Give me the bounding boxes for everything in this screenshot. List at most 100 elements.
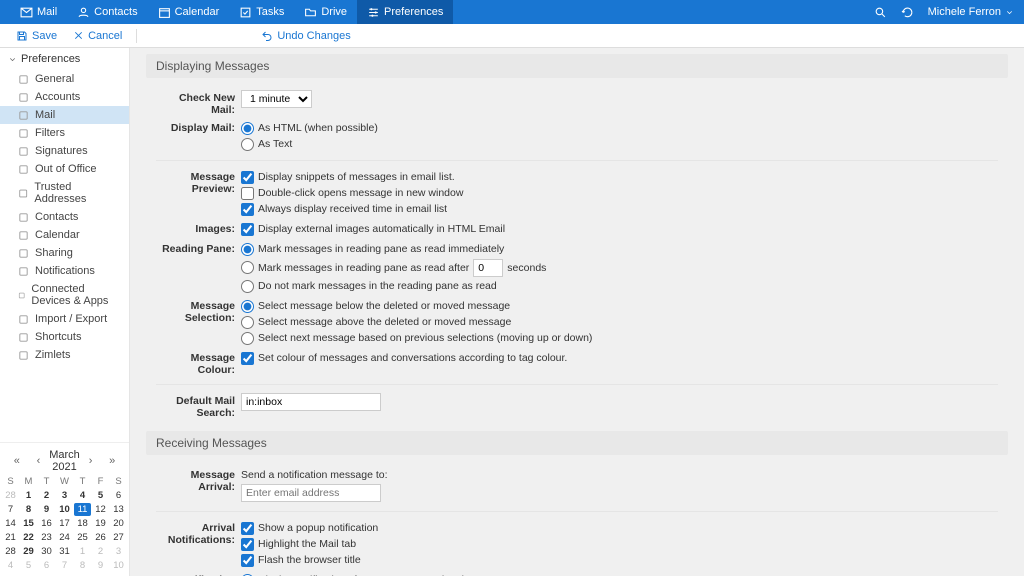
calendar-day[interactable]: 7	[2, 503, 19, 516]
chk-highlight[interactable]	[241, 538, 254, 551]
calendar-day[interactable]: 10	[110, 559, 127, 572]
calendar-day[interactable]: 5	[92, 489, 109, 502]
calendar-day[interactable]: 28	[2, 545, 19, 558]
radio-sel-below[interactable]	[241, 300, 254, 313]
calendar-day[interactable]: 7	[56, 559, 73, 572]
calendar-day[interactable]: 21	[2, 531, 19, 544]
sidebar-item-sharing[interactable]: Sharing	[0, 244, 129, 262]
sidebar-item-notifications[interactable]: Notifications	[0, 262, 129, 280]
sidebar-item-out-of-office[interactable]: Out of Office	[0, 160, 129, 178]
calendar-day[interactable]: 4	[74, 489, 91, 502]
cal-prev-month[interactable]: ‹	[28, 455, 50, 467]
sidebar-item-shortcuts[interactable]: Shortcuts	[0, 328, 129, 346]
item-icon	[18, 290, 25, 301]
tab-calendar[interactable]: Calendar	[148, 0, 230, 24]
chk-doubleclick[interactable]	[241, 187, 254, 200]
sidebar-item-general[interactable]: General	[0, 70, 129, 88]
sidebar-item-trusted-addresses[interactable]: Trusted Addresses	[0, 178, 129, 208]
radio-read-immediate[interactable]	[241, 243, 254, 256]
sidebar-header[interactable]: Preferences	[0, 48, 129, 70]
label-notification-folders: Notification Folders:	[156, 572, 241, 576]
sidebar-item-zimlets[interactable]: Zimlets	[0, 346, 129, 364]
calendar-day[interactable]: 13	[110, 503, 127, 516]
refresh-icon[interactable]	[901, 6, 914, 19]
calendar-day[interactable]: 31	[56, 545, 73, 558]
sidebar-item-mail[interactable]: Mail	[0, 106, 129, 124]
sidebar-item-accounts[interactable]: Accounts	[0, 88, 129, 106]
cancel-button[interactable]: Cancel	[67, 28, 128, 44]
tab-tasks[interactable]: Tasks	[229, 0, 294, 24]
calendar-day[interactable]: 27	[110, 531, 127, 544]
calendar-day[interactable]: 4	[2, 559, 19, 572]
calendar-day[interactable]: 11	[74, 503, 91, 516]
calendar-day[interactable]: 1	[20, 489, 37, 502]
calendar-day[interactable]: 16	[38, 517, 55, 530]
sidebar-item-filters[interactable]: Filters	[0, 124, 129, 142]
chk-flash[interactable]	[241, 554, 254, 567]
radio-sel-next[interactable]	[241, 332, 254, 345]
action-bar: Save Cancel Undo Changes	[0, 24, 1024, 48]
input-read-after-seconds[interactable]	[473, 259, 503, 277]
sidebar-item-connected-devices-apps[interactable]: Connected Devices & Apps	[0, 280, 129, 310]
calendar-day[interactable]: 25	[74, 531, 91, 544]
radio-display-html[interactable]	[241, 122, 254, 135]
calendar-day[interactable]: 2	[38, 489, 55, 502]
calendar-day[interactable]: 15	[20, 517, 37, 530]
sidebar-item-contacts[interactable]: Contacts	[0, 208, 129, 226]
calendar-day[interactable]: 10	[56, 503, 73, 516]
calendar-day[interactable]: 6	[38, 559, 55, 572]
calendar-day[interactable]: 29	[20, 545, 37, 558]
calendar-day[interactable]: 17	[56, 517, 73, 530]
search-icon[interactable]	[874, 6, 887, 19]
calendar-day[interactable]: 18	[74, 517, 91, 530]
sidebar-list: GeneralAccountsMailFiltersSignaturesOut …	[0, 70, 129, 364]
check-new-mail-select[interactable]: 1 minute	[241, 90, 312, 108]
calendar-day[interactable]: 9	[92, 559, 109, 572]
tab-mail[interactable]: Mail	[10, 0, 67, 24]
cal-prev-year[interactable]: «	[6, 455, 28, 467]
calendar-day[interactable]: 12	[92, 503, 109, 516]
label-message-selection: Message Selection:	[156, 298, 241, 324]
input-arrival-email[interactable]	[241, 484, 381, 502]
sidebar-item-import-export[interactable]: Import / Export	[0, 310, 129, 328]
calendar-day[interactable]: 20	[110, 517, 127, 530]
calendar-day[interactable]: 1	[74, 545, 91, 558]
calendar-day[interactable]: 8	[20, 503, 37, 516]
sidebar-item-signatures[interactable]: Signatures	[0, 142, 129, 160]
calendar-day[interactable]: 6	[110, 489, 127, 502]
cal-next-year[interactable]: »	[101, 455, 123, 467]
item-icon	[18, 314, 29, 325]
radio-display-text[interactable]	[241, 138, 254, 151]
radio-read-after[interactable]	[241, 261, 254, 274]
calendar-day[interactable]: 3	[110, 545, 127, 558]
calendar-day[interactable]: 2	[92, 545, 109, 558]
chk-colour-tag[interactable]	[241, 352, 254, 365]
calendar-day[interactable]: 14	[2, 517, 19, 530]
calendar-day[interactable]: 3	[56, 489, 73, 502]
calendar-day[interactable]: 23	[38, 531, 55, 544]
calendar-day[interactable]: 8	[74, 559, 91, 572]
chk-snippets[interactable]	[241, 171, 254, 184]
calendar-day[interactable]: 26	[92, 531, 109, 544]
undo-changes-button[interactable]: Undo Changes	[255, 28, 356, 44]
calendar-day[interactable]: 22	[20, 531, 37, 544]
tab-drive[interactable]: Drive	[294, 0, 357, 24]
calendar-day[interactable]: 19	[92, 517, 109, 530]
tab-preferences[interactable]: Preferences	[357, 0, 453, 24]
calendar-day[interactable]: 30	[38, 545, 55, 558]
calendar-day[interactable]: 5	[20, 559, 37, 572]
radio-sel-above[interactable]	[241, 316, 254, 329]
user-menu[interactable]: Michele Ferron	[928, 6, 1014, 18]
save-button[interactable]: Save	[10, 28, 63, 44]
calendar-day[interactable]: 24	[56, 531, 73, 544]
cal-next-month[interactable]: ›	[80, 455, 102, 467]
chk-always-time[interactable]	[241, 203, 254, 216]
sidebar-item-calendar[interactable]: Calendar	[0, 226, 129, 244]
calendar-day[interactable]: 28	[2, 489, 19, 502]
calendar-day[interactable]: 9	[38, 503, 55, 516]
chk-images-auto[interactable]	[241, 223, 254, 236]
tab-contacts[interactable]: Contacts	[67, 0, 147, 24]
radio-read-dont[interactable]	[241, 280, 254, 293]
input-default-search[interactable]	[241, 393, 381, 411]
chk-popup[interactable]	[241, 522, 254, 535]
